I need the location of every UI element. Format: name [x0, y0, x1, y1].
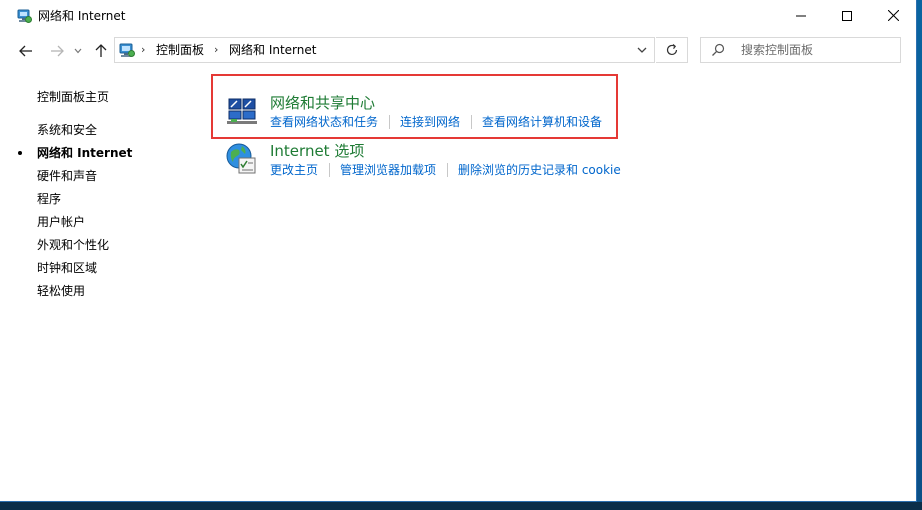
breadcrumb-control-panel[interactable]: 控制面板: [156, 43, 204, 57]
address-bar[interactable]: › 控制面板 › 网络和 Internet: [114, 37, 655, 63]
up-button[interactable]: [91, 41, 111, 61]
control-panel-window: 网络和 Internet › 控制面板 › 网络和 Internet 搜索控制面…: [0, 0, 917, 502]
refresh-icon: [666, 44, 677, 56]
active-bullet: [18, 151, 22, 155]
minimize-icon: [796, 15, 806, 16]
link-view-network-computers[interactable]: 查看网络计算机和设备: [482, 115, 602, 129]
link-separator: [329, 163, 330, 177]
up-arrow-icon: [95, 44, 107, 57]
sidebar-item-system-security[interactable]: 系统和安全: [37, 122, 97, 138]
breadcrumb-network-internet[interactable]: 网络和 Internet: [229, 43, 316, 57]
navigation-bar: › 控制面板 › 网络和 Internet 搜索控制面板: [0, 31, 916, 71]
sidebar-item-user-accounts[interactable]: 用户帐户: [37, 214, 85, 230]
category-title-internet-options[interactable]: Internet 选项: [270, 142, 364, 160]
link-manage-addons[interactable]: 管理浏览器加载项: [340, 163, 436, 177]
network-sharing-center-icon[interactable]: [225, 93, 259, 127]
sidebar-item-ease-of-access[interactable]: 轻松使用: [37, 283, 85, 299]
chevron-down-icon[interactable]: [635, 44, 649, 56]
link-separator: [447, 163, 448, 177]
recent-locations-button[interactable]: [71, 41, 85, 61]
close-button[interactable]: [870, 0, 916, 31]
sidebar-item-hardware-sound[interactable]: 硬件和声音: [37, 168, 97, 184]
maximize-icon: [842, 10, 852, 21]
maximize-button[interactable]: [824, 0, 870, 31]
title-bar: 网络和 Internet: [0, 0, 916, 31]
window-title: 网络和 Internet: [38, 9, 126, 23]
search-box[interactable]: 搜索控制面板: [700, 37, 901, 63]
breadcrumb-separator[interactable]: ›: [214, 43, 218, 56]
forward-arrow-icon: [51, 45, 64, 57]
link-view-network-status[interactable]: 查看网络状态和任务: [270, 115, 378, 129]
link-delete-browsing-history[interactable]: 删除浏览的历史记录和 cookie: [458, 163, 621, 177]
control-panel-icon: [119, 43, 135, 57]
internet-options-icon[interactable]: [225, 142, 259, 176]
chevron-down-icon: [74, 48, 82, 54]
close-icon: [887, 10, 899, 21]
refresh-button[interactable]: [656, 37, 688, 63]
back-arrow-icon: [19, 45, 32, 57]
forward-button[interactable]: [47, 41, 67, 61]
taskbar-edge: [0, 502, 922, 510]
link-change-home-page[interactable]: 更改主页: [270, 163, 318, 177]
link-separator: [471, 115, 472, 129]
link-connect-to-network[interactable]: 连接到网络: [400, 115, 460, 129]
back-button[interactable]: [16, 41, 36, 61]
link-separator: [389, 115, 390, 129]
sidebar-home-link[interactable]: 控制面板主页: [37, 89, 109, 105]
sidebar-item-network-internet[interactable]: 网络和 Internet: [37, 145, 132, 161]
breadcrumb-separator[interactable]: ›: [141, 43, 145, 56]
network-internet-icon: [17, 9, 32, 23]
category-title-network-sharing[interactable]: 网络和共享中心: [270, 94, 375, 112]
sidebar-item-appearance[interactable]: 外观和个性化: [37, 237, 109, 253]
search-icon: [712, 43, 725, 56]
minimize-button[interactable]: [778, 0, 824, 31]
sidebar-item-clock-region[interactable]: 时钟和区域: [37, 260, 97, 276]
sidebar-item-programs[interactable]: 程序: [37, 191, 61, 207]
search-placeholder[interactable]: 搜索控制面板: [741, 43, 813, 57]
